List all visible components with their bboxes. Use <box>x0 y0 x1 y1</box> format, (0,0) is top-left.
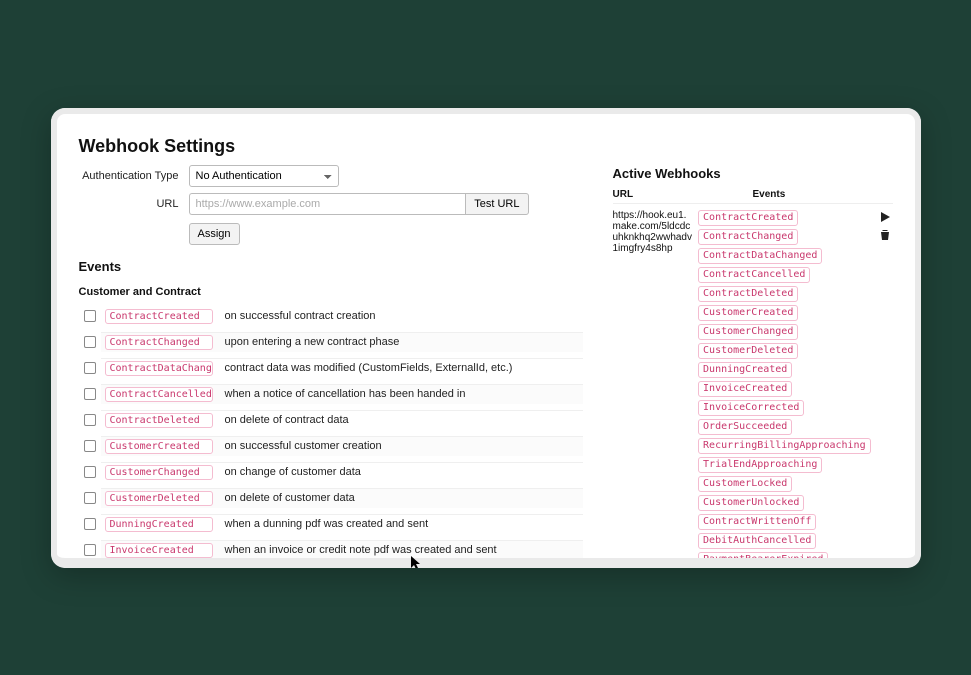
event-description: on delete of contract data <box>225 414 579 426</box>
event-row: CustomerChanged on change of customer dat… <box>79 459 583 485</box>
event-row: ContractCancelled when a notice of cancel… <box>79 381 583 407</box>
event-tag: TrialEndApproaching <box>698 457 822 473</box>
event-name-badge: ContractCancelled <box>105 387 213 402</box>
event-description: contract data was modified (CustomFields… <box>225 362 579 374</box>
event-tag: ContractCreated <box>698 210 798 226</box>
event-description: when an invoice or credit note pdf was c… <box>225 544 579 556</box>
auth-type-select[interactable]: No Authentication <box>189 165 339 187</box>
event-checkbox[interactable] <box>84 466 96 478</box>
event-name-badge: DunningCreated <box>105 517 213 532</box>
event-name-badge: CustomerDeleted <box>105 491 213 506</box>
left-pane: Webhook Settings Authentication Type No … <box>79 136 583 568</box>
event-name-badge: CustomerCreated <box>105 439 213 454</box>
active-webhook-row: https://hook.eu1.make.com/5ldcdcuhknkhq2… <box>613 210 893 568</box>
event-checkbox[interactable] <box>84 336 96 348</box>
event-row: ContractCreated on successful contract cr… <box>79 304 583 329</box>
event-description: when a dunning pdf was created and sent <box>225 518 579 530</box>
event-checkbox[interactable] <box>84 362 96 374</box>
event-description: when a notice of cancellation has been h… <box>225 388 579 400</box>
event-name-badge: CustomerChanged <box>105 465 213 480</box>
events-list: ContractCreated on successful contract cr… <box>79 304 583 568</box>
event-row: InvoiceCreated when an invoice or credit … <box>79 537 583 563</box>
page-title: Webhook Settings <box>79 136 583 157</box>
col-events-header: Events <box>753 189 786 200</box>
event-tag: InvoiceCorrected <box>698 400 804 416</box>
active-webhook-events: ContractCreated ContractChanged ContractDa… <box>698 210 871 568</box>
event-tag: ContractChanged <box>698 229 798 245</box>
event-name-badge: ContractChanged <box>105 335 213 350</box>
event-checkbox[interactable] <box>84 414 96 426</box>
active-webhooks-heading: Active Webhooks <box>613 166 893 181</box>
event-tag: ContractDeleted <box>698 286 798 302</box>
event-tag: ContractCancelled <box>698 267 810 283</box>
event-row: CustomerCreated on successful customer cr… <box>79 433 583 459</box>
event-name-badge: ContractDeleted <box>105 413 213 428</box>
events-group-heading: Customer and Contract <box>79 286 583 298</box>
event-row: ContractChanged upon entering a new contr… <box>79 329 583 355</box>
window: Webhook Settings Authentication Type No … <box>51 108 921 568</box>
auth-type-row: Authentication Type No Authentication <box>79 165 583 187</box>
url-input[interactable] <box>189 193 466 215</box>
event-tag: RecurringBillingApproaching <box>698 438 871 454</box>
event-row: DunningCreated when a dunning pdf was cre… <box>79 511 583 537</box>
event-description: on change of customer data <box>225 466 579 478</box>
event-tag: OrderSucceeded <box>698 419 792 435</box>
active-webhooks-header: URL Events <box>613 189 893 204</box>
event-row: CustomerDeleted on delete of customer dat… <box>79 485 583 511</box>
event-checkbox[interactable] <box>84 310 96 322</box>
event-tag: CustomerChanged <box>698 324 798 340</box>
event-name-badge: InvoiceCreated <box>105 543 213 558</box>
auth-type-label: Authentication Type <box>79 170 189 182</box>
event-tag: DebitAuthCancelled <box>698 533 816 549</box>
assign-row: Assign <box>79 221 583 245</box>
event-tag: CustomerLocked <box>698 476 792 492</box>
play-icon[interactable] <box>879 210 891 222</box>
url-row: URL Test URL <box>79 193 583 215</box>
event-description: upon entering a new contract phase <box>225 336 579 348</box>
event-tag: ContractWrittenOff <box>698 514 816 530</box>
test-url-button[interactable]: Test URL <box>465 193 528 215</box>
assign-button[interactable]: Assign <box>189 223 240 245</box>
event-name-badge: ContractCreated <box>105 309 213 324</box>
event-checkbox[interactable] <box>84 544 96 556</box>
event-row: ContractDataChanged contract data was mod… <box>79 355 583 381</box>
event-checkbox[interactable] <box>84 388 96 400</box>
event-checkbox[interactable] <box>84 492 96 504</box>
col-url-header: URL <box>613 189 753 200</box>
event-name-badge: ContractDataChanged <box>105 361 213 376</box>
active-webhook-url: https://hook.eu1.make.com/5ldcdcuhknkhq2… <box>613 210 693 568</box>
event-tag: ContractDataChanged <box>698 248 822 264</box>
event-tag: CustomerUnlocked <box>698 495 804 511</box>
event-tag: CustomerDeleted <box>698 343 798 359</box>
event-checkbox[interactable] <box>84 518 96 530</box>
event-tag: CustomerCreated <box>698 305 798 321</box>
right-pane: Active Webhooks URL Events https://hook.… <box>613 136 893 568</box>
event-description: on successful customer creation <box>225 440 579 452</box>
event-tag: InvoiceCreated <box>698 381 792 397</box>
trash-icon[interactable] <box>879 228 891 240</box>
event-row: InvoiceCorrectedwhen an invoice or credi… <box>79 563 583 568</box>
url-label: URL <box>79 198 189 210</box>
event-row: ContractDeleted on delete of contract dat… <box>79 407 583 433</box>
event-checkbox[interactable] <box>84 440 96 452</box>
event-tag: DunningCreated <box>698 362 792 378</box>
events-heading: Events <box>79 259 583 274</box>
event-description: on delete of customer data <box>225 492 579 504</box>
event-description: on successful contract creation <box>225 310 579 322</box>
event-tag: PaymentBearerExpired <box>698 552 828 568</box>
